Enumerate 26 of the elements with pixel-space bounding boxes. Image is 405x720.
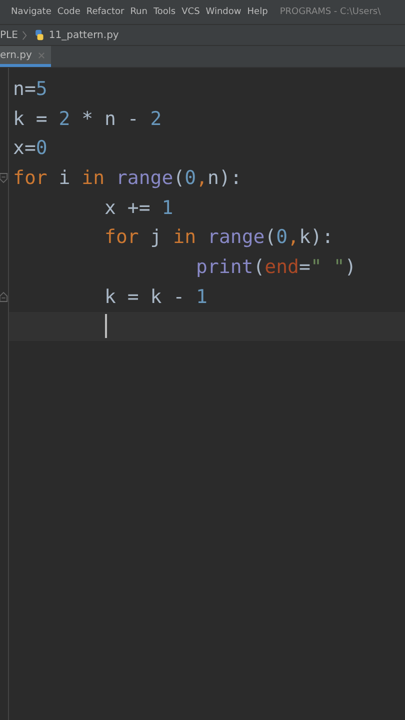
menu-item[interactable]: Window (206, 7, 242, 17)
menu-item[interactable]: Navigate (11, 7, 52, 17)
window-title: PROGRAMS - C:\Users\ (280, 7, 381, 17)
menu-item[interactable]: VCS (182, 7, 200, 17)
close-icon[interactable] (38, 52, 45, 58)
menu-item[interactable]: Code (57, 7, 80, 17)
breadcrumb-item[interactable]: PLE (0, 30, 18, 40)
menu-item[interactable]: Help (247, 7, 268, 17)
code-line: print(end=" ") (195, 256, 356, 278)
code-line: n=5 (13, 78, 48, 100)
code-line: x += 1 (104, 196, 174, 219)
fold-icon[interactable] (0, 290, 8, 303)
code-line: k = k - 1 (104, 286, 208, 308)
code-line: for j in range(0,k): (104, 226, 334, 248)
code-line: k = 2 * n - 2 (13, 108, 162, 130)
breadcrumb-item[interactable]: 11_pattern.py (48, 30, 119, 40)
menu-item[interactable]: Refactor (86, 7, 124, 17)
fold-icon[interactable] (0, 172, 8, 184)
menu-item[interactable]: Tools (153, 7, 176, 17)
code-line: for i in range(0,n): (13, 166, 242, 189)
python-file-icon (32, 29, 45, 41)
code-line: x=0 (13, 137, 48, 160)
menu-item[interactable]: Run (130, 7, 148, 17)
code-editor[interactable]: n=5 k = 2 * n - 2 x=0 for i in range(0,n): x += 1 for j in range(0,k): print(end=" ") k = k - 1 (0, 67, 405, 720)
chevron-icon (22, 30, 27, 40)
file-tab[interactable]: ern.py (0, 46, 51, 67)
